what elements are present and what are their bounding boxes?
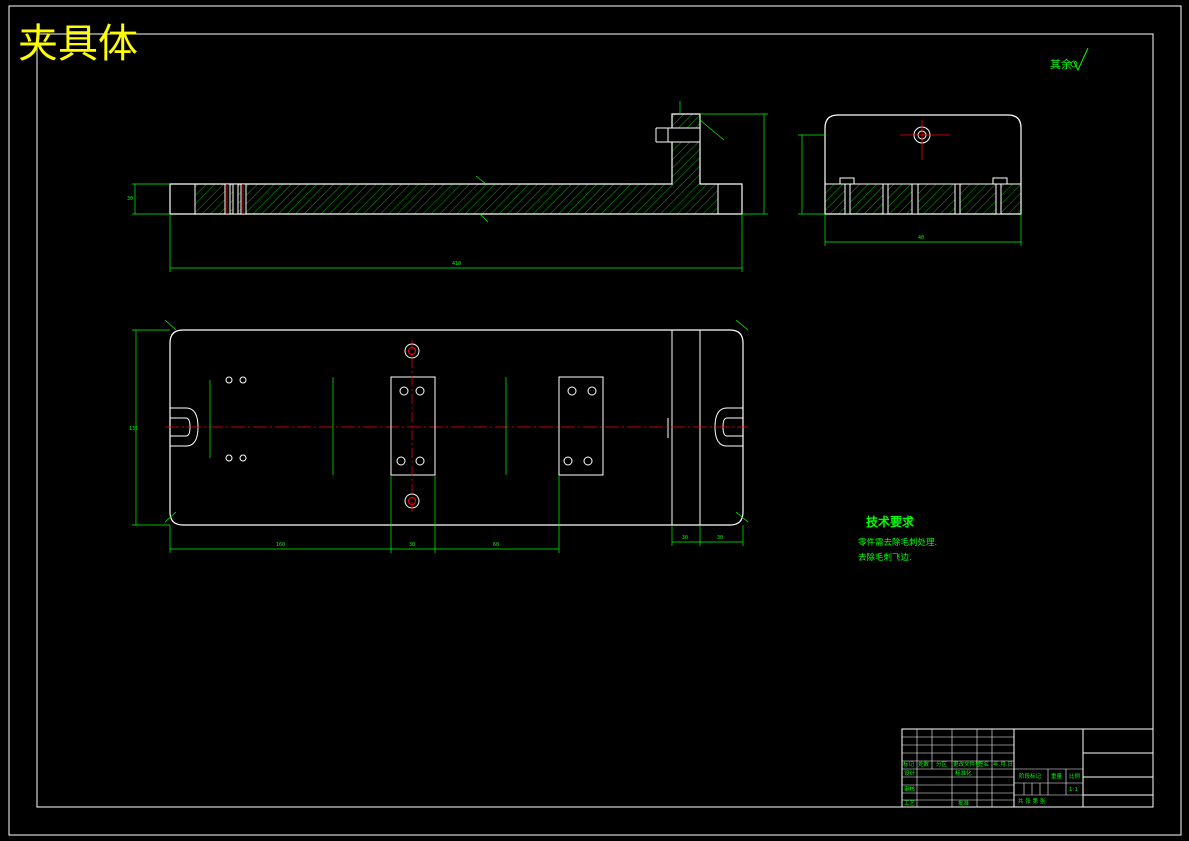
surface-finish-note: 其余 <box>1050 47 1089 72</box>
svg-text:技术要求: 技术要求 <box>866 514 915 529</box>
svg-text:比例: 比例 <box>1069 772 1081 780</box>
svg-text:重量: 重量 <box>1051 772 1063 780</box>
svg-text:60: 60 <box>493 542 499 548</box>
svg-text:共 张 第 张: 共 张 第 张 <box>1018 797 1046 805</box>
svg-text:更改文件号: 更改文件号 <box>953 760 981 768</box>
svg-text:其余: 其余 <box>1050 57 1072 71</box>
svg-text:标准化: 标准化 <box>955 769 972 777</box>
title-block: 标记 处数 分区 更改文件号 签名 年.月.日 设计 标准化 审核 工艺 批准 … <box>901 728 1154 808</box>
svg-text:去除毛刺飞边.: 去除毛刺飞边. <box>858 552 912 563</box>
plan-view: 135 160 30 60 30 30 <box>129 319 749 553</box>
technical-requirements: 技术要求 零件需去除毛刺处理. 去除毛刺飞边. <box>858 514 937 563</box>
svg-text:30: 30 <box>682 535 688 541</box>
svg-text:30: 30 <box>717 535 723 541</box>
svg-text:1:1: 1:1 <box>1069 787 1078 793</box>
inner-frame <box>36 33 1154 808</box>
svg-text:30: 30 <box>409 542 415 548</box>
outer-frame <box>8 5 1182 836</box>
side-view: 40 <box>798 114 1022 246</box>
svg-text:年.月.日: 年.月.日 <box>993 760 1013 768</box>
svg-text:分区: 分区 <box>936 760 948 768</box>
svg-text:零件需去除毛刺处理.: 零件需去除毛刺处理. <box>858 537 937 548</box>
svg-text:处数: 处数 <box>918 760 930 768</box>
svg-text:审核: 审核 <box>904 785 916 793</box>
svg-text:135: 135 <box>129 426 138 432</box>
svg-text:工艺: 工艺 <box>904 800 916 807</box>
engineering-drawing: 夹具体 其余 30 410 40 135 160 30 60 30 30 技术要… <box>8 5 1182 836</box>
svg-text:批准: 批准 <box>958 799 970 807</box>
svg-text:签名: 签名 <box>978 760 989 768</box>
svg-text:设计: 设计 <box>904 769 916 777</box>
svg-text:30: 30 <box>127 196 133 202</box>
svg-text:40: 40 <box>918 235 924 241</box>
drawing-title: 夹具体 <box>18 21 138 67</box>
svg-text:410: 410 <box>452 261 461 267</box>
svg-text:阶段标记: 阶段标记 <box>1019 772 1042 780</box>
svg-text:160: 160 <box>276 542 285 548</box>
svg-text:标记: 标记 <box>903 760 915 768</box>
front-view: 30 410 <box>127 101 768 272</box>
